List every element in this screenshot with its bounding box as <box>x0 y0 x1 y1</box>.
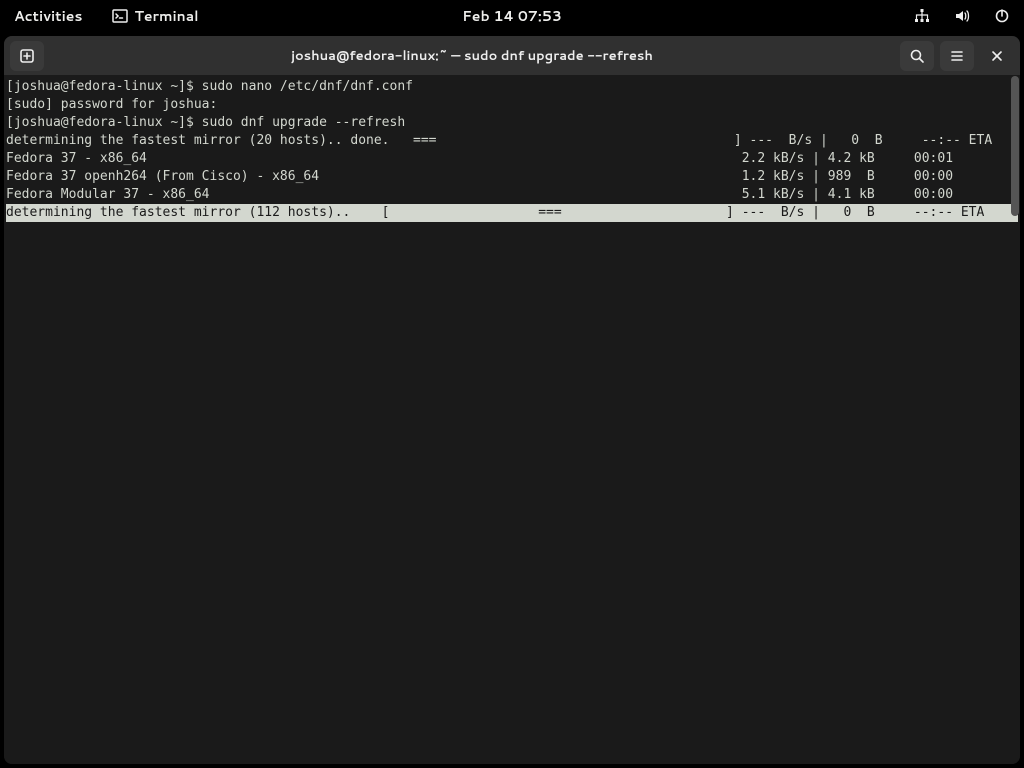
terminal-line: Fedora Modular 37 - x86_64 5.1 kB/s | 4.… <box>6 186 1018 204</box>
window-title: joshua@fedora-linux:~ — sudo dnf upgrade… <box>50 47 894 65</box>
terminal-line: determining the fastest mirror (112 host… <box>6 204 1018 222</box>
gnome-topbar: Activities Terminal Feb 14 07:53 <box>0 0 1024 32</box>
hamburger-menu-button[interactable] <box>940 41 974 71</box>
terminal-line: determining the fastest mirror (20 hosts… <box>6 132 1018 150</box>
terminal-icon <box>112 8 128 24</box>
terminal-line: [joshua@fedora-linux ~]$ sudo nano /etc/… <box>6 78 1018 96</box>
close-button[interactable] <box>980 41 1014 71</box>
terminal-line: [sudo] password for joshua: <box>6 96 1018 114</box>
clock[interactable]: Feb 14 07:53 <box>456 2 568 30</box>
clock-label: Feb 14 07:53 <box>462 6 562 26</box>
search-button[interactable] <box>900 41 934 71</box>
scrollbar[interactable] <box>1010 76 1020 764</box>
power-icon[interactable] <box>988 4 1016 28</box>
terminal-line: [joshua@fedora-linux ~]$ sudo dnf upgrad… <box>6 114 1018 132</box>
activities-button[interactable]: Activities <box>8 2 88 30</box>
app-menu[interactable]: Terminal <box>106 2 204 30</box>
new-tab-button[interactable] <box>10 41 44 71</box>
terminal-line: Fedora 37 openh264 (From Cisco) - x86_64… <box>6 168 1018 186</box>
app-menu-label: Terminal <box>134 6 198 26</box>
network-icon[interactable] <box>908 4 936 28</box>
headerbar: joshua@fedora-linux:~ — sudo dnf upgrade… <box>4 36 1020 76</box>
terminal-content[interactable]: [joshua@fedora-linux ~]$ sudo nano /etc/… <box>4 76 1020 764</box>
volume-icon[interactable] <box>948 4 976 28</box>
terminal-line: Fedora 37 - x86_64 2.2 kB/s | 4.2 kB 00:… <box>6 150 1018 168</box>
scrollbar-thumb[interactable] <box>1011 76 1019 216</box>
activities-label: Activities <box>14 6 82 26</box>
terminal-window: joshua@fedora-linux:~ — sudo dnf upgrade… <box>4 36 1020 764</box>
